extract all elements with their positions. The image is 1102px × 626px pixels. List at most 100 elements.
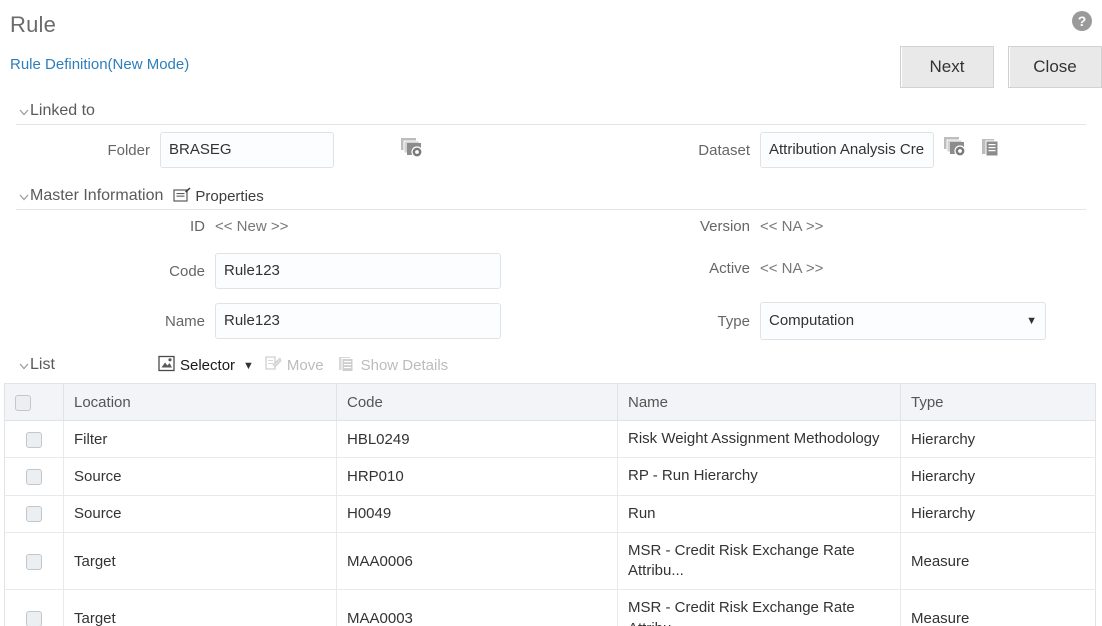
version-value: << NA >> xyxy=(760,218,824,235)
row-checkbox[interactable] xyxy=(26,468,42,485)
linked-to-section: Linked to xyxy=(0,98,1092,125)
cell-name: MSR - Credit Risk Exchange Rate Attribu.… xyxy=(617,532,901,591)
cell-name: Run xyxy=(617,495,901,533)
cell-location: Filter xyxy=(63,420,337,459)
column-header-name[interactable]: Name xyxy=(617,383,901,421)
next-button[interactable]: Next xyxy=(900,46,994,88)
type-select[interactable]: Computation ▼ xyxy=(760,302,1046,340)
active-label: Active xyxy=(709,260,750,277)
cell-location: Source xyxy=(63,457,337,496)
section-divider xyxy=(16,209,1086,210)
row-checkbox[interactable] xyxy=(26,553,42,570)
folder-label: Folder xyxy=(107,141,150,159)
selector-dropdown-caret-icon[interactable]: ▼ xyxy=(243,360,254,372)
master-information-section: Master Information Properties xyxy=(0,183,1092,210)
cell-type: Measure xyxy=(900,589,1096,626)
dataset-browse-icon[interactable] xyxy=(943,136,969,165)
row-select-cell xyxy=(4,420,64,459)
folder-input[interactable]: BRASEG xyxy=(160,132,334,168)
select-all-header xyxy=(4,383,64,421)
cell-location: Target xyxy=(63,589,337,626)
table-row[interactable]: Source HRP010 RP - Run Hierarchy Hierarc… xyxy=(4,457,1096,496)
row-select-cell xyxy=(4,457,64,496)
cell-name: Risk Weight Assignment Methodology xyxy=(617,420,901,459)
section-divider xyxy=(16,124,1086,125)
version-label: Version xyxy=(699,218,750,235)
column-header-location[interactable]: Location xyxy=(63,383,337,421)
id-label: ID xyxy=(190,218,205,235)
table-row[interactable]: Target MAA0006 MSR - Credit Risk Exchang… xyxy=(4,532,1096,591)
type-field-row: Type Computation ▼ xyxy=(640,302,1046,340)
folder-field-row: Folder BRASEG xyxy=(60,132,420,168)
row-checkbox[interactable] xyxy=(26,431,42,448)
cell-type: Hierarchy xyxy=(900,495,1096,533)
cell-name: RP - Run Hierarchy xyxy=(617,457,901,496)
list-label: List xyxy=(30,356,55,373)
chevron-down-icon[interactable] xyxy=(18,191,29,201)
version-field-row: Version << NA >> xyxy=(640,218,823,235)
code-field-row: Code Rule123 xyxy=(60,253,501,289)
row-select-cell xyxy=(4,495,64,533)
cell-code: HBL0249 xyxy=(336,420,618,459)
cell-name: MSR - Credit Risk Exchange Rate Attribu.… xyxy=(617,589,901,626)
chevron-down-icon[interactable]: ▼ xyxy=(1026,303,1037,339)
chevron-down-icon[interactable] xyxy=(18,360,29,370)
id-value: << New >> xyxy=(215,218,289,235)
show-details-button: Show Details xyxy=(338,355,448,376)
table-header-row: Location Code Name Type xyxy=(4,383,1096,421)
rule-list-table: Location Code Name Type Filter HBL0249 R… xyxy=(4,383,1096,626)
selector-button[interactable]: Selector xyxy=(158,355,235,376)
cell-location: Target xyxy=(63,532,337,591)
table-row[interactable]: Target MAA0003 MSR - Credit Risk Exchang… xyxy=(4,589,1096,626)
properties-icon[interactable] xyxy=(173,187,191,208)
type-label: Type xyxy=(717,312,750,330)
name-label: Name xyxy=(164,312,205,330)
master-information-header[interactable]: Master Information Properties xyxy=(0,183,1092,209)
code-label: Code xyxy=(169,262,205,280)
properties-label[interactable]: Properties xyxy=(195,188,263,205)
column-header-code[interactable]: Code xyxy=(336,383,618,421)
dataset-details-icon[interactable] xyxy=(981,138,1001,163)
dataset-field-row: Dataset Attribution Analysis Cre xyxy=(640,132,934,168)
row-select-cell xyxy=(4,589,64,626)
linked-to-header[interactable]: Linked to xyxy=(0,98,1092,124)
dataset-label: Dataset xyxy=(698,141,750,159)
type-select-value: Computation xyxy=(769,312,855,329)
list-toolbar: Selector ▼ Move Show Details xyxy=(158,355,448,376)
move-button: Move xyxy=(264,355,324,376)
linked-to-label: Linked to xyxy=(30,102,95,119)
selector-label: Selector xyxy=(180,357,236,374)
cell-code: MAA0006 xyxy=(336,532,618,591)
master-information-label: Master Information xyxy=(30,187,164,204)
row-checkbox[interactable] xyxy=(26,506,42,523)
select-all-checkbox[interactable] xyxy=(15,394,31,411)
selector-icon xyxy=(158,355,175,376)
code-input[interactable]: Rule123 xyxy=(215,253,501,289)
help-icon[interactable]: ? xyxy=(1072,11,1092,31)
move-icon xyxy=(264,355,282,376)
rule-definition-page: Rule ? Rule Definition(New Mode) Next Cl… xyxy=(0,0,1102,626)
table-row[interactable]: Filter HBL0249 Risk Weight Assignment Me… xyxy=(4,420,1096,459)
show-details-icon xyxy=(338,355,356,376)
column-header-type[interactable]: Type xyxy=(900,383,1096,421)
cell-code: H0049 xyxy=(336,495,618,533)
table-body: Filter HBL0249 Risk Weight Assignment Me… xyxy=(4,420,1096,626)
dataset-input[interactable]: Attribution Analysis Cre xyxy=(760,132,934,168)
breadcrumb[interactable]: Rule Definition(New Mode) xyxy=(10,56,189,73)
header-button-row: Next Close xyxy=(900,46,1102,88)
id-field-row: ID << New >> xyxy=(60,218,288,235)
move-label: Move xyxy=(286,357,324,374)
chevron-down-icon[interactable] xyxy=(18,106,29,116)
cell-location: Source xyxy=(63,495,337,533)
cell-type: Hierarchy xyxy=(900,457,1096,496)
close-button[interactable]: Close xyxy=(1008,46,1102,88)
row-checkbox[interactable] xyxy=(26,611,42,626)
table-row[interactable]: Source H0049 Run Hierarchy xyxy=(4,495,1096,533)
active-value: << NA >> xyxy=(760,260,824,277)
name-field-row: Name Rule123 xyxy=(60,303,501,339)
page-title: Rule xyxy=(10,12,57,37)
active-field-row: Active << NA >> xyxy=(640,260,823,277)
folder-browse-icon[interactable] xyxy=(400,137,426,166)
cell-type: Hierarchy xyxy=(900,420,1096,459)
name-input[interactable]: Rule123 xyxy=(215,303,501,339)
